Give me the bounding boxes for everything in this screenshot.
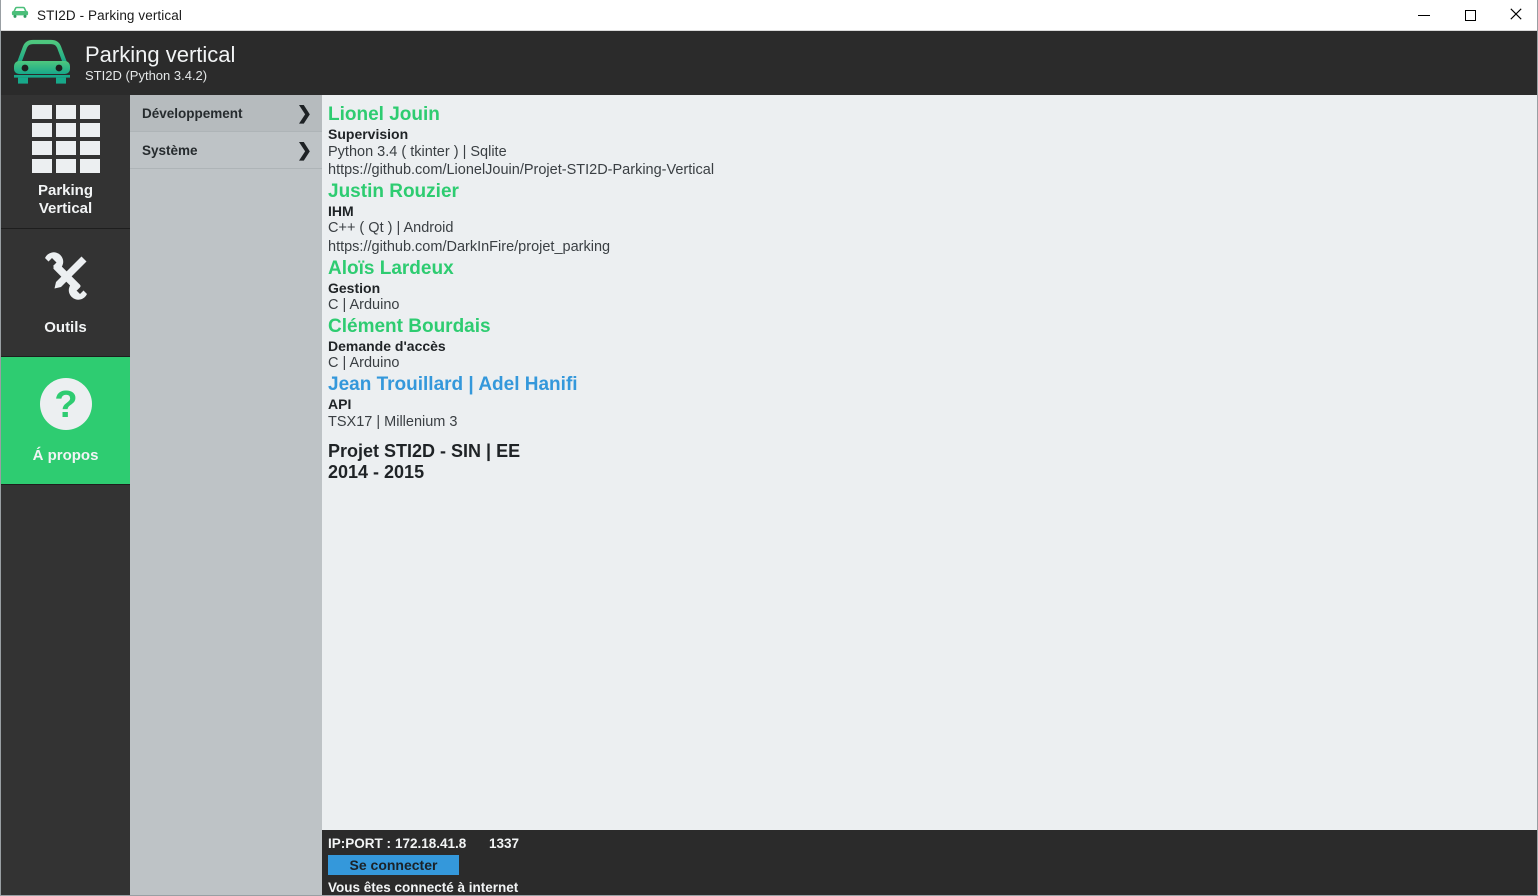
credit-role: API <box>328 396 352 413</box>
project-info: Projet STI2D - SIN | EE 2014 - 2015 <box>328 441 1537 483</box>
menu-item-developpement[interactable]: Développement ❯ <box>130 95 322 132</box>
menu-item-systeme[interactable]: Système ❯ <box>130 132 322 169</box>
sidebar: Parking Vertical Outils ? Á propos <box>1 95 130 895</box>
credit-entry: Clément Bourdais Demande d'accès C | Ard… <box>328 315 1537 373</box>
credit-link[interactable]: https://github.com/LionelJouin/Projet-ST… <box>328 161 1537 180</box>
credit-entry: Aloïs Lardeux Gestion C | Arduino <box>328 257 1537 315</box>
sidebar-item-a-propos[interactable]: ? Á propos <box>1 357 130 485</box>
sidebar-item-label: Outils <box>44 319 87 337</box>
car-icon <box>11 39 73 87</box>
credit-tech: C++ ( Qt ) | Android <box>328 220 454 237</box>
content-area: Lionel Jouin Supervision Python 3.4 ( tk… <box>322 95 1537 830</box>
credit-entry: Jean Trouillard | Adel Hanifi API TSX17 … <box>328 373 1537 431</box>
credit-name: Aloïs Lardeux <box>328 257 454 279</box>
window-title-text: STI2D - Parking vertical <box>37 7 182 23</box>
project-years: 2014 - 2015 <box>328 462 425 483</box>
credit-role: Demande d'accès <box>328 337 446 354</box>
sidebar-item-label: Parking Vertical <box>37 181 94 217</box>
grid-icon <box>31 104 100 173</box>
ip-port-row: IP:PORT : 172.18.41.8 1337 <box>328 836 1537 851</box>
app-header: Parking vertical STI2D (Python 3.4.2) <box>1 31 1537 95</box>
close-button[interactable] <box>1493 0 1537 31</box>
minimize-icon <box>1418 15 1430 16</box>
credit-role: Supervision <box>328 126 409 143</box>
minimize-button[interactable] <box>1401 0 1447 31</box>
titlebar-left-group: STI2D - Parking vertical <box>1 6 182 24</box>
window-controls <box>1401 0 1537 31</box>
connect-button[interactable]: Se connecter <box>328 855 459 875</box>
credit-name: Jean Trouillard | Adel Hanifi <box>328 374 578 396</box>
ip-address-value[interactable]: 172.18.41.8 <box>395 836 483 851</box>
close-icon <box>1510 8 1522 23</box>
credit-link[interactable]: https://github.com/DarkInFire/projet_par… <box>328 238 1537 257</box>
window-titlebar: STI2D - Parking vertical <box>1 0 1537 31</box>
credit-tech: C | Arduino <box>328 355 400 372</box>
sidebar-item-parking-vertical[interactable]: Parking Vertical <box>1 95 130 229</box>
menu-item-label: Développement <box>142 105 243 121</box>
credit-name: Justin Rouzier <box>328 180 459 202</box>
credit-role: Gestion <box>328 279 381 296</box>
maximize-button[interactable] <box>1447 0 1493 31</box>
sidebar-item-label: Á propos <box>32 447 99 465</box>
credit-name: Clément Bourdais <box>328 315 491 337</box>
svg-text:?: ? <box>54 384 77 426</box>
network-status-text: Vous êtes connecté à internet <box>328 880 519 895</box>
menu-item-label: Système <box>142 142 198 158</box>
page-title: Parking vertical <box>85 42 236 68</box>
credit-entry: Justin Rouzier IHM C++ ( Qt ) | Android … <box>328 180 1537 257</box>
ip-port-label: IP:PORT : <box>328 836 391 851</box>
credit-tech: TSX17 | Millenium 3 <box>328 413 458 430</box>
tools-icon <box>37 247 95 310</box>
chevron-right-icon: ❯ <box>296 140 312 160</box>
project-title: Projet STI2D - SIN | EE <box>328 441 521 462</box>
port-value[interactable]: 1337 <box>489 836 519 851</box>
page-subtitle: STI2D (Python 3.4.2) <box>85 67 208 83</box>
credit-tech: C | Arduino <box>328 297 400 314</box>
chevron-right-icon: ❯ <box>296 103 312 123</box>
car-icon <box>11 6 29 24</box>
menu-panel: Développement ❯ Système ❯ <box>130 95 322 895</box>
app-window: STI2D - Parking vertical Parking vertica… <box>0 0 1538 896</box>
status-bar: IP:PORT : 172.18.41.8 1337 Se connecter … <box>322 830 1537 895</box>
question-mark-icon: ? <box>37 375 95 438</box>
credit-entry: Lionel Jouin Supervision Python 3.4 ( tk… <box>328 103 1537 180</box>
sidebar-item-outils[interactable]: Outils <box>1 229 130 357</box>
credit-role: IHM <box>328 202 354 219</box>
credit-tech: Python 3.4 ( tkinter ) | Sqlite <box>328 143 507 160</box>
credit-name: Lionel Jouin <box>328 104 440 125</box>
maximize-icon <box>1464 10 1476 21</box>
sidebar-empty-space <box>1 485 130 895</box>
header-title-group: Parking vertical STI2D (Python 3.4.2) <box>85 43 235 83</box>
